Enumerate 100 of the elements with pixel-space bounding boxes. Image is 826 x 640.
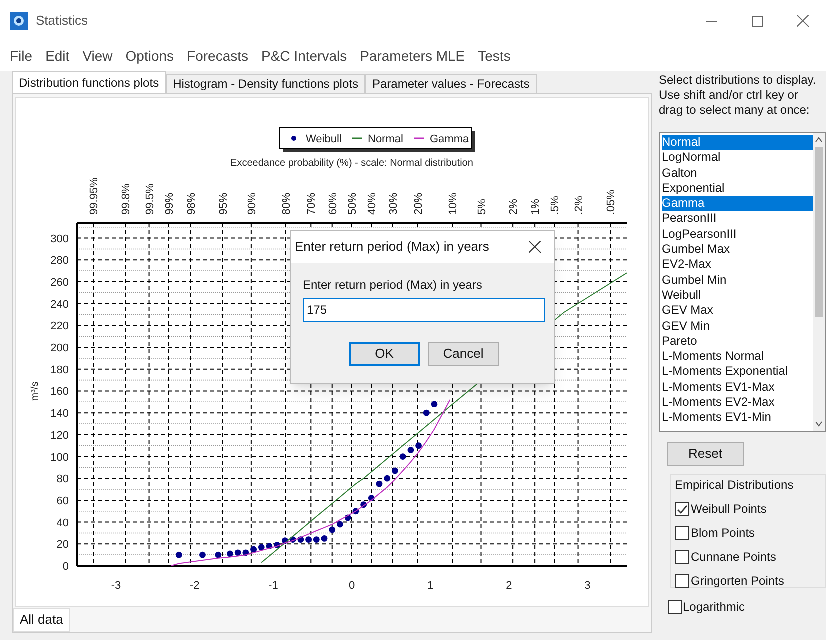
list-item[interactable]: Gamma [662,196,813,212]
checkbox[interactable] [675,574,689,588]
menu-item[interactable]: Options [126,46,174,67]
data-point [200,552,206,558]
checkbox-label: Weibull Points [691,501,767,518]
instructions-text: Select distributions to display. Use shift and/or ctrl key or drag to select many at once: [659,73,818,118]
group-title: Empirical Distributions [675,477,795,494]
y-tick-label: 220 [50,320,69,333]
top-tick-label: .5% [550,196,562,215]
dialog-prompt: Enter return period (Max) in years [303,277,484,294]
close-icon [797,15,809,27]
close-icon [529,241,541,253]
scrollbar[interactable] [813,133,825,431]
top-tick-label: 30% [388,192,400,215]
menu-item[interactable]: Tests [478,46,511,67]
top-tick-label: 60% [327,192,340,215]
top-tick-label: 80% [281,192,293,215]
y-tick-label: 20 [56,539,69,552]
checkbox[interactable] [675,550,689,564]
checkbox-label: Logarithmic [683,599,746,616]
list-item[interactable]: Normal [662,135,813,150]
checkbox-label: Gringorten Points [691,573,784,590]
top-tick-label: 40% [366,192,379,215]
list-item[interactable]: Pareto [662,334,813,350]
menu-item[interactable]: Edit [46,46,70,67]
top-tick-label: 10% [448,192,460,215]
minimize-icon [706,20,716,22]
list-item[interactable]: L-Moments Normal [662,349,813,364]
axis-title: Exceedance probability (%) - scale: Normal distribution [230,158,474,169]
check-icon [676,504,688,514]
list-item[interactable]: L-Moments EV2-Max [662,395,813,410]
x-tick-label: 0 [348,580,356,592]
top-tick-label: 99.5% [144,184,156,215]
dialog-button[interactable]: Cancel [428,342,499,366]
top-tick-label: 5% [476,199,488,215]
list-item[interactable]: Weibull [662,288,813,304]
y-tick-label: 40 [56,517,69,530]
x-tick-label: 2 [506,580,512,592]
maximize-icon [752,16,762,26]
tab[interactable]: Distribution functions plots [12,71,166,93]
top-tick-label: 1% [530,199,542,215]
top-tick-label: 20% [413,192,425,215]
checkbox[interactable] [675,502,689,516]
list-item[interactable]: PearsonIII [662,211,813,227]
y-tick-label: 240 [50,298,69,311]
legend-label: Normal [368,134,404,146]
list-item[interactable]: GEV Min [662,318,813,334]
reset-button[interactable]: Reset [667,442,744,466]
distribution-list[interactable] [659,132,826,432]
data-point [431,401,438,408]
checkbox[interactable] [675,526,689,540]
top-tick-label: 2% [508,199,520,215]
tab[interactable]: Parameter values - Forecasts [365,74,537,93]
list-item[interactable]: EV2-Max [662,257,813,273]
x-tick-label: -2 [190,580,200,592]
list-item[interactable]: L-Moments Exponential [662,364,813,380]
x-tick-label: -1 [268,580,278,592]
legend-label: Gamma [430,134,470,146]
top-tick-label: .2% [573,196,586,215]
tab[interactable]: All data [13,608,70,632]
scroll-up-icon [815,137,823,143]
input-field[interactable]: 175 [303,298,545,322]
y-tick-label: 80 [56,474,69,486]
legend-line-icon [414,138,424,140]
app-icon [10,12,28,30]
window-title: Statistics [36,12,88,30]
x-tick-label: 1 [428,580,434,592]
close-button[interactable] [528,240,542,254]
list-item[interactable]: L-Moments EV1-Max [662,380,813,396]
list-item[interactable]: LogNormal [662,150,813,166]
y-tick-label: 120 [50,430,69,442]
menu-item[interactable]: Parameters MLE [360,46,466,67]
checkbox[interactable] [668,600,682,614]
y-tick-label: 60 [56,495,69,508]
menu-item[interactable]: P&C Intervals [262,46,348,67]
checkbox-label: Cunnane Points [691,549,776,566]
list-item[interactable]: LogPearsonIII [662,226,813,242]
list-item[interactable]: GEV Max [662,303,813,319]
y-axis-label: m³/s [30,382,41,402]
list-item[interactable]: L-Moments EV1-Min [662,410,813,426]
list-item[interactable]: Gumbel Max [662,242,813,258]
y-tick-label: 180 [50,364,69,376]
menu-item[interactable]: File [10,46,33,67]
top-tick-label: 99% [164,192,176,215]
scroll-down-icon [815,421,823,427]
list-item[interactable]: Exponential [662,180,813,196]
list-item[interactable]: Gumbel Min [662,272,813,288]
y-tick-label: 260 [50,276,69,289]
y-tick-label: 280 [50,255,69,268]
menu-item[interactable]: View [82,46,113,67]
top-tick-label: 50% [347,192,359,215]
data-point [176,552,182,558]
tab[interactable]: Histogram - Density functions plots [166,74,366,93]
dialog-button[interactable]: OK [349,342,420,366]
list-item[interactable]: Galton [662,166,813,181]
top-tick-label: .05% [606,190,618,215]
y-tick-label: 160 [50,386,69,398]
menu-item[interactable]: Forecasts [187,46,248,67]
top-tick-label: 95% [218,192,230,215]
x-tick-label: -3 [111,580,122,592]
